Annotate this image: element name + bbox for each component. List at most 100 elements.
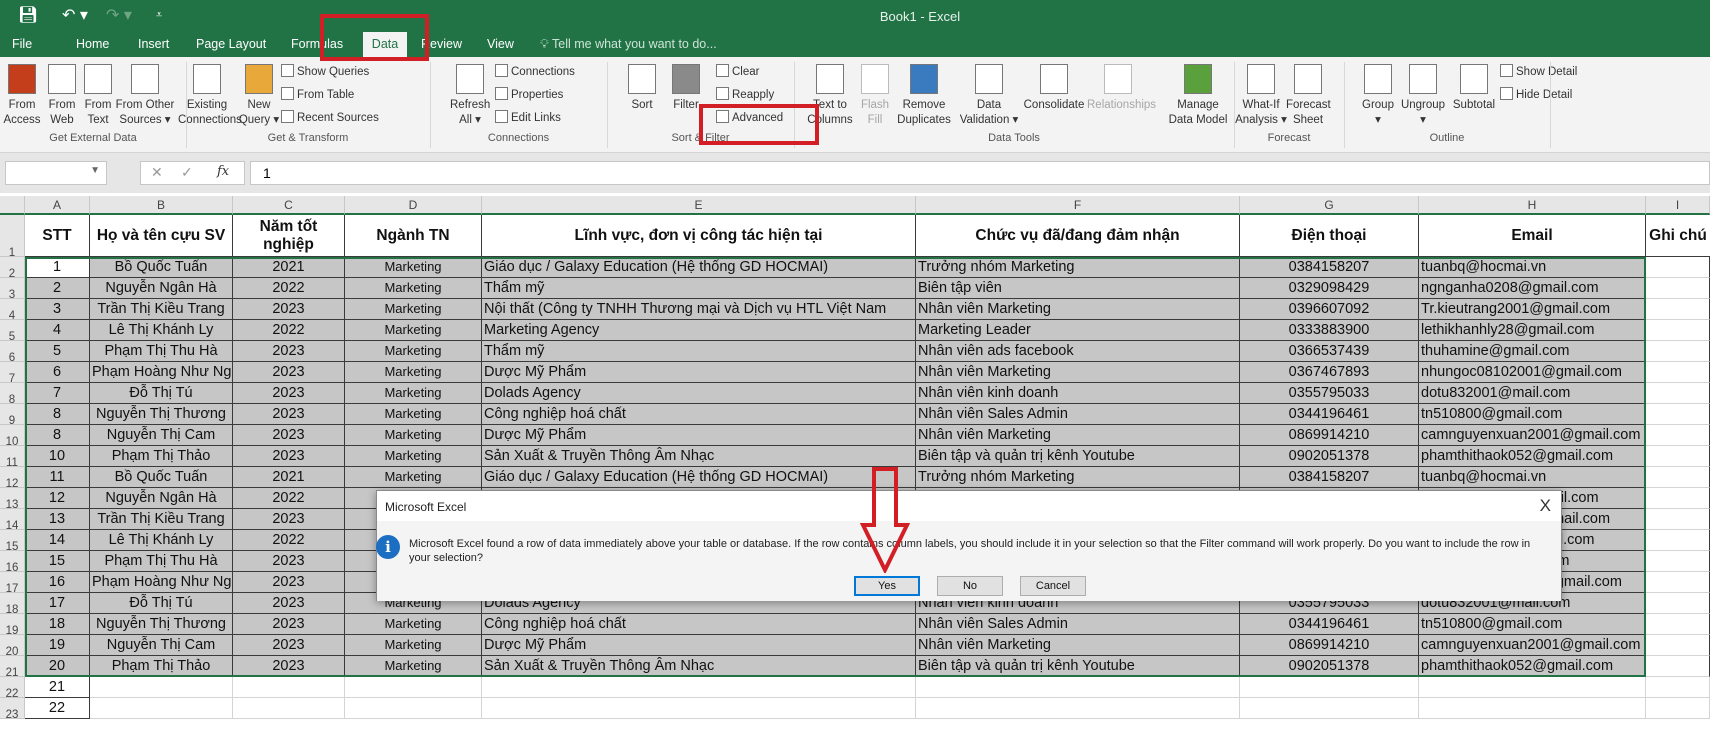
cell[interactable]: Nguyễn Thị Cam: [90, 635, 233, 656]
cell[interactable]: 0355795033: [1240, 383, 1419, 404]
cell[interactable]: 0869914210: [1240, 635, 1419, 656]
advanced-button[interactable]: Advanced: [716, 109, 783, 127]
cell[interactable]: 12: [25, 488, 90, 509]
cell[interactable]: Marketing: [345, 446, 482, 467]
cell[interactable]: 2023: [233, 593, 345, 614]
subtotal-button[interactable]: Subtotal: [1448, 64, 1500, 113]
show-detail-button[interactable]: Show Detail: [1500, 63, 1577, 81]
flash-fill-button[interactable]: Flash Fill: [860, 64, 890, 128]
cell[interactable]: Nguyễn Ngân Hà: [90, 278, 233, 299]
cell[interactable]: 2023: [233, 614, 345, 635]
cell[interactable]: Trưởng nhóm Marketing: [916, 467, 1240, 488]
header-cell[interactable]: Họ và tên cựu SV: [90, 215, 233, 257]
tell-me-search[interactable]: 💡︎ Tell me what you want to do...: [540, 37, 717, 52]
from-access-button[interactable]: From Access: [2, 64, 42, 128]
cell[interactable]: Nội thất (Công ty TNHH Thương mại và Dịc…: [482, 299, 916, 320]
edit-links-button[interactable]: Edit Links: [495, 109, 561, 127]
row-header[interactable]: 19: [0, 614, 25, 637]
cell[interactable]: [1646, 530, 1710, 551]
remove-duplicates-button[interactable]: Remove Duplicates: [893, 64, 955, 128]
consolidate-button[interactable]: Consolidate: [1023, 64, 1085, 113]
cell[interactable]: Đỗ Thị Tú: [90, 593, 233, 614]
cell[interactable]: 20: [25, 656, 90, 677]
text-to-columns-button[interactable]: Text to Columns: [802, 64, 858, 128]
cell[interactable]: 2023: [233, 341, 345, 362]
header-cell[interactable]: Điện thoại: [1240, 215, 1419, 257]
row-header[interactable]: 11: [0, 446, 25, 469]
cell[interactable]: Nhân viên Marketing: [916, 425, 1240, 446]
cell[interactable]: [1419, 698, 1646, 719]
column-header-b[interactable]: B: [90, 196, 233, 215]
row-header[interactable]: 17: [0, 572, 25, 595]
cell[interactable]: [1240, 677, 1419, 698]
cell[interactable]: camnguyenxuan2001@gmail.com: [1419, 635, 1646, 656]
cell[interactable]: 2023: [233, 551, 345, 572]
row-header[interactable]: 12: [0, 467, 25, 490]
column-header-c[interactable]: C: [233, 196, 345, 215]
tab-review[interactable]: Review: [421, 37, 462, 51]
cell[interactable]: 2023: [233, 572, 345, 593]
cell[interactable]: 0344196461: [1240, 614, 1419, 635]
show-queries-button[interactable]: Show Queries: [281, 63, 369, 81]
header-cell[interactable]: Email: [1419, 215, 1646, 257]
cell[interactable]: Dược Mỹ Phẩm: [482, 635, 916, 656]
cell[interactable]: [1646, 278, 1710, 299]
cell[interactable]: Nhân viên Sales Admin: [916, 614, 1240, 635]
cell[interactable]: [1646, 488, 1710, 509]
header-cell[interactable]: Ghi chú: [1646, 215, 1710, 257]
cell[interactable]: Marketing Agency: [482, 320, 916, 341]
filter-button[interactable]: Filter: [668, 64, 704, 113]
column-header-a[interactable]: A: [25, 196, 90, 215]
row-header[interactable]: 1: [0, 215, 25, 259]
save-icon[interactable]: 💾︎: [18, 5, 38, 25]
cell[interactable]: camnguyenxuan2001@gmail.com: [1419, 425, 1646, 446]
column-header-h[interactable]: H: [1419, 196, 1646, 215]
cell[interactable]: [345, 698, 482, 719]
recent-sources-button[interactable]: Recent Sources: [281, 109, 379, 127]
cell[interactable]: Nhân viên Marketing: [916, 299, 1240, 320]
cell[interactable]: Nguyễn Thị Thương: [90, 614, 233, 635]
cell[interactable]: 10: [25, 446, 90, 467]
row-header[interactable]: 9: [0, 404, 25, 427]
insert-function-icon[interactable]: fx: [217, 164, 229, 179]
row-header[interactable]: 15: [0, 530, 25, 553]
cell[interactable]: Dược Mỹ Phẩm: [482, 425, 916, 446]
row-header[interactable]: 23: [0, 698, 25, 721]
cell[interactable]: [1240, 698, 1419, 719]
clear-button[interactable]: Clear: [716, 63, 759, 81]
tab-home[interactable]: Home: [76, 37, 109, 51]
cell[interactable]: phamthithaok052@gmail.com: [1419, 656, 1646, 677]
column-header-i[interactable]: I: [1646, 196, 1710, 215]
group-button[interactable]: Group ▾: [1358, 64, 1398, 128]
cell[interactable]: 11: [25, 467, 90, 488]
tab-formulas[interactable]: Formulas: [291, 37, 343, 51]
cell[interactable]: Lê Thị Khánh Ly: [90, 530, 233, 551]
cell[interactable]: 0329098429: [1240, 278, 1419, 299]
column-header-f[interactable]: F: [916, 196, 1240, 215]
cell[interactable]: Phạm Thị Thảo: [90, 446, 233, 467]
data-validation-button[interactable]: Data Validation ▾: [958, 64, 1020, 128]
row-header[interactable]: 7: [0, 362, 25, 385]
cell[interactable]: 13: [25, 509, 90, 530]
cell[interactable]: Marketing: [345, 614, 482, 635]
chevron-down-icon[interactable]: ▼: [90, 165, 100, 176]
cell[interactable]: Marketing: [345, 362, 482, 383]
cell[interactable]: Sản Xuất & Truyền Thông Âm Nhạc: [482, 656, 916, 677]
cell[interactable]: Marketing Leader: [916, 320, 1240, 341]
from-web-button[interactable]: From Web: [44, 64, 80, 128]
cell[interactable]: Bồ Quốc Tuấn: [90, 257, 233, 278]
cell[interactable]: [1419, 677, 1646, 698]
cell[interactable]: [1646, 404, 1710, 425]
cell[interactable]: Nhân viên Marketing: [916, 362, 1240, 383]
cell[interactable]: nhungoc08102001@gmail.com: [1419, 362, 1646, 383]
cell[interactable]: 2023: [233, 383, 345, 404]
tab-view[interactable]: View: [487, 37, 514, 51]
cell[interactable]: Nhân viên kinh doanh: [916, 383, 1240, 404]
cell[interactable]: [1646, 446, 1710, 467]
row-header[interactable]: 16: [0, 551, 25, 574]
tab-data[interactable]: Data: [363, 32, 407, 57]
cell[interactable]: Biên tập viên: [916, 278, 1240, 299]
header-cell[interactable]: Lĩnh vực, đơn vị công tác hiện tại: [482, 215, 916, 257]
cell[interactable]: phamthithaok052@gmail.com: [1419, 446, 1646, 467]
from-text-button[interactable]: From Text: [82, 64, 114, 128]
